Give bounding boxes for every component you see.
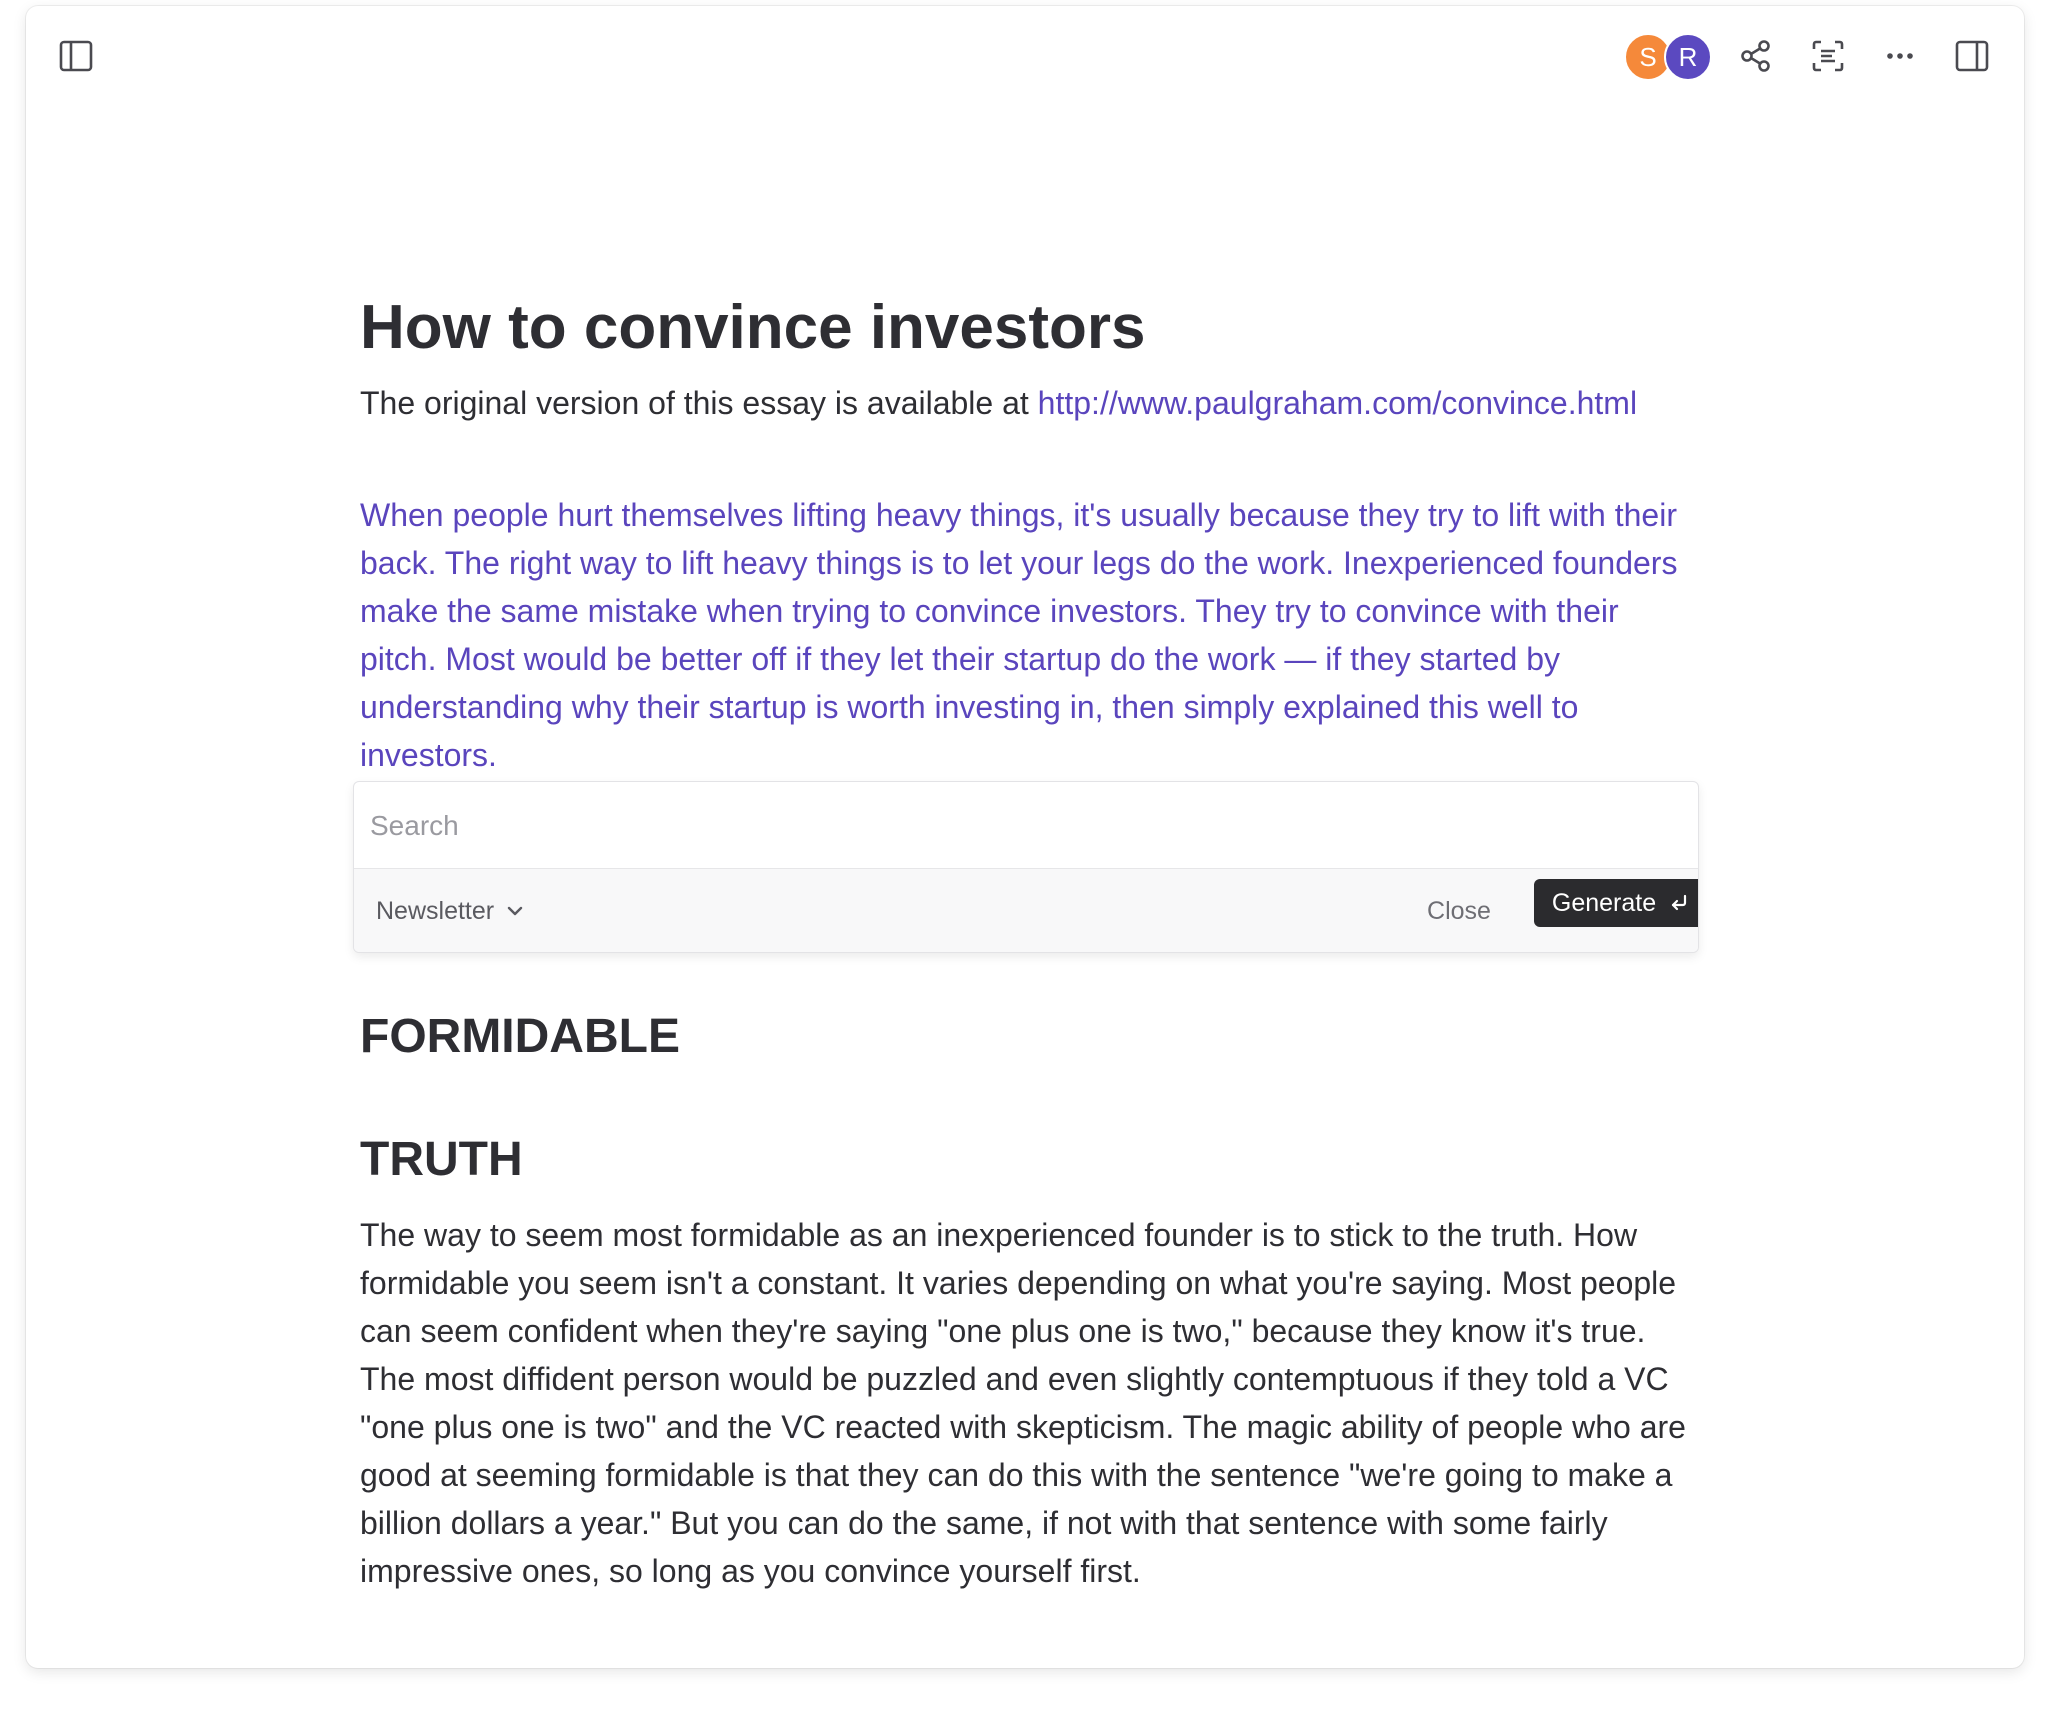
generate-button-label: Generate bbox=[1551, 888, 1657, 917]
template-dropdown[interactable]: Newsletter bbox=[376, 891, 526, 931]
section-heading-formidable[interactable]: FORMIDABLE bbox=[360, 1007, 680, 1067]
intro-text: The original version of this essay is av… bbox=[360, 385, 1038, 421]
toggle-left-sidebar-button[interactable] bbox=[52, 32, 100, 80]
body-paragraph[interactable]: The way to seem most formidable as an in… bbox=[360, 1211, 1700, 1595]
sidebar-left-icon bbox=[59, 40, 93, 72]
more-icon bbox=[1887, 53, 1913, 59]
collaborator-avatars: S R bbox=[1624, 33, 1724, 81]
panel-footer: Newsletter Close Generate bbox=[354, 868, 1698, 952]
enter-key-icon bbox=[1672, 894, 1687, 911]
toggle-right-sidebar-button[interactable] bbox=[1948, 32, 1996, 80]
share-icon bbox=[1741, 40, 1770, 72]
scan-text-button[interactable] bbox=[1804, 32, 1852, 80]
intro-paragraph[interactable]: The original version of this essay is av… bbox=[360, 379, 1700, 427]
share-button[interactable] bbox=[1732, 32, 1780, 80]
section-heading-truth[interactable]: TRUTH bbox=[360, 1130, 523, 1190]
avatar[interactable]: R bbox=[1664, 33, 1712, 81]
panel-search-area bbox=[354, 782, 1698, 868]
source-link[interactable]: http://www.paulgraham.com/convince.html bbox=[1038, 385, 1637, 421]
chevron-down-icon bbox=[507, 906, 523, 916]
generate-button[interactable]: Generate bbox=[1534, 879, 1698, 927]
top-toolbar: S R bbox=[26, 6, 2024, 106]
page-title[interactable]: How to convince investors bbox=[360, 290, 1146, 366]
ai-generate-panel: Newsletter Close Generate bbox=[353, 781, 1699, 953]
close-button[interactable]: Close bbox=[1414, 891, 1504, 931]
selected-paragraph[interactable]: When people hurt themselves lifting heav… bbox=[360, 491, 1700, 779]
more-options-button[interactable] bbox=[1876, 32, 1924, 80]
search-input[interactable] bbox=[368, 800, 1672, 852]
scan-text-icon bbox=[1812, 40, 1844, 72]
editor-window: S R How to convince investors The origin… bbox=[26, 6, 2024, 1668]
template-dropdown-label: Newsletter bbox=[376, 896, 495, 925]
sidebar-right-icon bbox=[1955, 40, 1989, 72]
